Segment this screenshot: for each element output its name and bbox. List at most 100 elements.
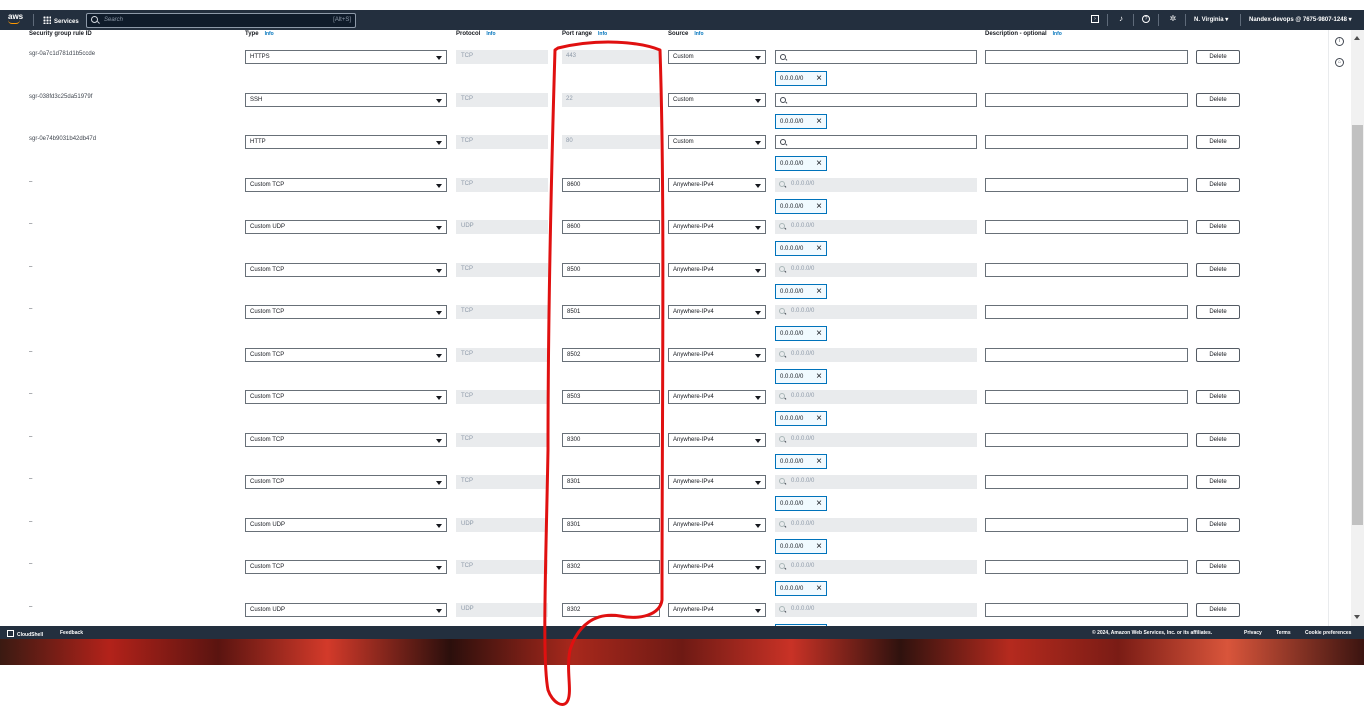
type-select[interactable]: Custom UDP [245,517,447,532]
cloudshell-link[interactable]: CloudShell [7,630,43,638]
terms-link[interactable]: Terms [1276,630,1291,636]
description-input[interactable] [985,390,1188,404]
source-select[interactable]: Anywhere-IPv4 [668,390,766,404]
close-icon[interactable]: × [816,116,822,127]
privacy-link[interactable]: Privacy [1244,630,1262,636]
info-link[interactable]: Info [1053,31,1062,37]
type-select[interactable]: SSH [245,92,447,107]
port-range-input[interactable]: 8302 [562,602,660,617]
delete-button[interactable]: Delete [1196,347,1240,362]
delete-button[interactable]: Delete [1196,177,1240,192]
close-icon[interactable]: × [816,541,822,552]
close-icon[interactable]: × [816,73,822,84]
source-select[interactable]: Anywhere-IPv4 [668,432,766,447]
source-select[interactable]: Anywhere-IPv4 [668,560,766,574]
cidr-search-input[interactable]: 0.0.0.0/0 [775,602,977,617]
port-range-input[interactable]: 8301 [562,517,660,532]
vertical-scrollbar[interactable] [1351,30,1364,626]
description-input[interactable] [985,475,1188,489]
cidr-search-input[interactable] [775,135,977,149]
aws-logo[interactable]: aws [8,13,23,24]
port-range-input[interactable]: 8301 [562,475,660,489]
cidr-search-input[interactable]: 0.0.0.0/0 [775,177,977,192]
close-icon[interactable]: × [816,413,822,424]
cidr-search-input[interactable] [775,92,977,107]
cidr-search-input[interactable]: 0.0.0.0/0 [775,432,977,447]
type-select[interactable]: Custom TCP [245,347,447,362]
port-range-input[interactable]: 8600 [562,177,660,192]
type-select[interactable]: Custom TCP [245,305,447,319]
services-menu-button[interactable]: Services [43,16,79,25]
type-select[interactable]: Custom TCP [245,560,447,574]
source-select[interactable]: Anywhere-IPv4 [668,220,766,234]
cloudshell-icon[interactable]: › [1091,15,1099,23]
cidr-search-input[interactable]: 0.0.0.0/0 [775,220,977,234]
source-select[interactable]: Anywhere-IPv4 [668,347,766,362]
delete-button[interactable]: Delete [1196,517,1240,532]
source-select[interactable]: Anywhere-IPv4 [668,475,766,489]
scroll-down-arrow[interactable] [1354,615,1360,619]
cidr-search-input[interactable]: 0.0.0.0/0 [775,347,977,362]
description-input[interactable] [985,305,1188,319]
close-icon[interactable]: × [816,201,822,212]
description-input[interactable] [985,220,1188,234]
source-select[interactable]: Custom [668,50,766,64]
close-icon[interactable]: × [816,498,822,509]
close-icon[interactable]: × [816,328,822,339]
description-input[interactable] [985,602,1188,617]
port-range-input[interactable]: 8600 [562,220,660,234]
info-link[interactable]: Info [694,31,703,37]
close-icon[interactable]: × [816,158,822,169]
type-select[interactable]: Custom TCP [245,475,447,489]
description-input[interactable] [985,517,1188,532]
type-select[interactable]: Custom UDP [245,220,447,234]
delete-button[interactable]: Delete [1196,475,1240,489]
delete-button[interactable]: Delete [1196,560,1240,574]
close-icon[interactable]: × [816,371,822,382]
feedback-link[interactable]: Feedback [60,630,83,636]
cidr-search-input[interactable]: 0.0.0.0/0 [775,305,977,319]
description-input[interactable] [985,177,1188,192]
port-range-input[interactable]: 8300 [562,432,660,447]
type-select[interactable]: HTTPS [245,50,447,64]
cidr-search-input[interactable]: 0.0.0.0/0 [775,517,977,532]
info-link[interactable]: Info [265,31,274,37]
close-icon[interactable]: × [816,456,822,467]
delete-button[interactable]: Delete [1196,602,1240,617]
help-icon[interactable]: ? [1142,15,1150,23]
info-link[interactable]: Info [598,31,607,37]
delete-button[interactable]: Delete [1196,305,1240,319]
source-select[interactable]: Custom [668,135,766,149]
type-select[interactable]: HTTP [245,135,447,149]
info-panel-icon[interactable]: i [1335,37,1344,46]
source-select[interactable]: Anywhere-IPv4 [668,602,766,617]
source-select[interactable]: Anywhere-IPv4 [668,305,766,319]
delete-button[interactable]: Delete [1196,92,1240,107]
account-menu[interactable]: Nandex-devops @ 7675-9807-1248 ▾ [1249,16,1352,23]
bell-icon[interactable]: ♪ [1117,15,1125,23]
delete-button[interactable]: Delete [1196,390,1240,404]
type-select[interactable]: Custom UDP [245,602,447,617]
info-link[interactable]: Info [486,31,495,37]
description-input[interactable] [985,560,1188,574]
source-select[interactable]: Custom [668,92,766,107]
source-select[interactable]: Anywhere-IPv4 [668,517,766,532]
type-select[interactable]: Custom TCP [245,390,447,404]
description-input[interactable] [985,347,1188,362]
port-range-input[interactable]: 8503 [562,390,660,404]
source-select[interactable]: Anywhere-IPv4 [668,177,766,192]
description-input[interactable] [985,432,1188,447]
delete-button[interactable]: Delete [1196,432,1240,447]
type-select[interactable]: Custom TCP [245,177,447,192]
gear-icon[interactable]: ✲ [1169,15,1177,23]
scroll-up-arrow[interactable] [1354,36,1360,40]
tutorial-icon[interactable]: ⌂ [1335,58,1344,67]
cookie-preferences-link[interactable]: Cookie preferences [1305,630,1351,636]
port-range-input[interactable]: 8501 [562,305,660,319]
port-range-input[interactable]: 8302 [562,560,660,574]
close-icon[interactable]: × [816,583,822,594]
source-select[interactable]: Anywhere-IPv4 [668,262,766,277]
port-range-input[interactable]: 8502 [562,347,660,362]
delete-button[interactable]: Delete [1196,135,1240,149]
type-select[interactable]: Custom TCP [245,432,447,447]
